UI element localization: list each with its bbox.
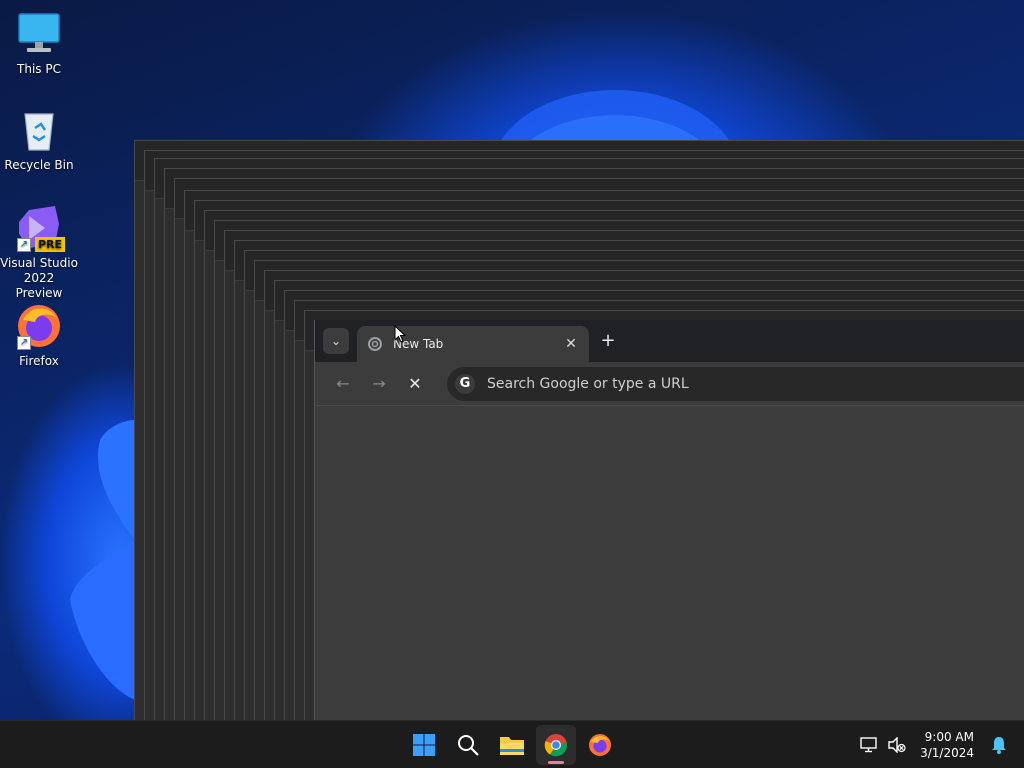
chrome-icon bbox=[544, 734, 568, 757]
mouse-cursor-icon bbox=[394, 324, 407, 347]
tab-title: New Tab bbox=[393, 337, 444, 351]
preview-badge: PRE bbox=[34, 237, 65, 252]
taskbar-firefox[interactable] bbox=[580, 725, 620, 765]
chevron-down-icon: ⌄ bbox=[330, 334, 342, 348]
search-icon bbox=[458, 735, 479, 756]
desktop-icon-visual-studio[interactable]: PRE ↗ Visual Studio 2022 Preview bbox=[0, 204, 78, 301]
recycle-bin-icon bbox=[15, 106, 63, 154]
start-icon bbox=[413, 734, 435, 756]
desktop-icon-this-pc[interactable]: This PC bbox=[0, 10, 78, 77]
plus-icon: + bbox=[600, 330, 616, 351]
address-bar-placeholder: Search Google or type a URL bbox=[487, 375, 689, 392]
page-content bbox=[315, 406, 1024, 720]
browser-toolbar: ← → ✕ G Search Google or type a URL bbox=[315, 362, 1024, 406]
start-button[interactable] bbox=[404, 725, 444, 765]
taskbar-search-button[interactable] bbox=[448, 725, 488, 765]
google-icon: G bbox=[455, 373, 475, 394]
arrow-left-icon: ← bbox=[336, 374, 350, 393]
desktop-icon-label: Visual Studio 2022 Preview bbox=[0, 256, 78, 300]
arrow-right-icon: → bbox=[372, 374, 386, 393]
loading-spinner-icon bbox=[367, 336, 383, 352]
close-icon: ✕ bbox=[408, 374, 422, 393]
file-explorer-icon bbox=[500, 737, 524, 755]
tab-search-button[interactable]: ⌄ bbox=[323, 328, 349, 354]
network-button[interactable] bbox=[856, 732, 882, 758]
address-bar[interactable]: G Search Google or type a URL bbox=[447, 366, 1024, 401]
chrome-window: ⌄ New Tab ✕ + ← → ✕ G Search Google or t… bbox=[314, 320, 1024, 720]
new-tab-button[interactable]: + bbox=[597, 330, 619, 352]
firefox-icon bbox=[589, 734, 611, 756]
forward-button[interactable]: → bbox=[361, 366, 397, 402]
firefox-icon: ↗ bbox=[15, 302, 63, 350]
desktop-icon-label: This PC bbox=[17, 62, 61, 76]
stop-loading-button[interactable]: ✕ bbox=[397, 366, 433, 402]
system-tray: 9:00 AM 3/1/2024 bbox=[856, 721, 1024, 768]
shortcut-arrow-icon: ↗ bbox=[17, 336, 31, 350]
notifications-button[interactable] bbox=[986, 732, 1012, 758]
clock-date: 3/1/2024 bbox=[920, 746, 974, 760]
close-icon[interactable]: ✕ bbox=[563, 336, 579, 352]
desktop-icon-recycle-bin[interactable]: Recycle Bin bbox=[0, 106, 78, 173]
taskbar-clock[interactable]: 9:00 AM 3/1/2024 bbox=[920, 729, 974, 761]
bell-icon bbox=[992, 737, 1006, 754]
running-indicator bbox=[548, 761, 564, 764]
back-button[interactable]: ← bbox=[325, 366, 361, 402]
visual-studio-icon: PRE ↗ bbox=[15, 204, 65, 252]
desktop-icon-firefox[interactable]: ↗ Firefox bbox=[0, 302, 78, 369]
taskbar: 9:00 AM 3/1/2024 bbox=[0, 720, 1024, 768]
tab-new-tab[interactable]: New Tab ✕ bbox=[357, 326, 589, 362]
volume-button[interactable] bbox=[884, 732, 910, 758]
desktop-icon-label: Recycle Bin bbox=[4, 158, 74, 172]
clock-time: 9:00 AM bbox=[924, 730, 974, 744]
desktop-icon-label: Firefox bbox=[19, 354, 59, 368]
taskbar-chrome[interactable] bbox=[536, 725, 576, 765]
network-monitor-icon bbox=[860, 737, 877, 753]
taskbar-file-explorer[interactable] bbox=[492, 725, 532, 765]
shortcut-arrow-icon: ↗ bbox=[17, 238, 31, 252]
computer-icon bbox=[15, 10, 63, 58]
tab-strip: ⌄ New Tab ✕ + bbox=[315, 320, 1024, 362]
volume-muted-icon bbox=[888, 737, 906, 753]
